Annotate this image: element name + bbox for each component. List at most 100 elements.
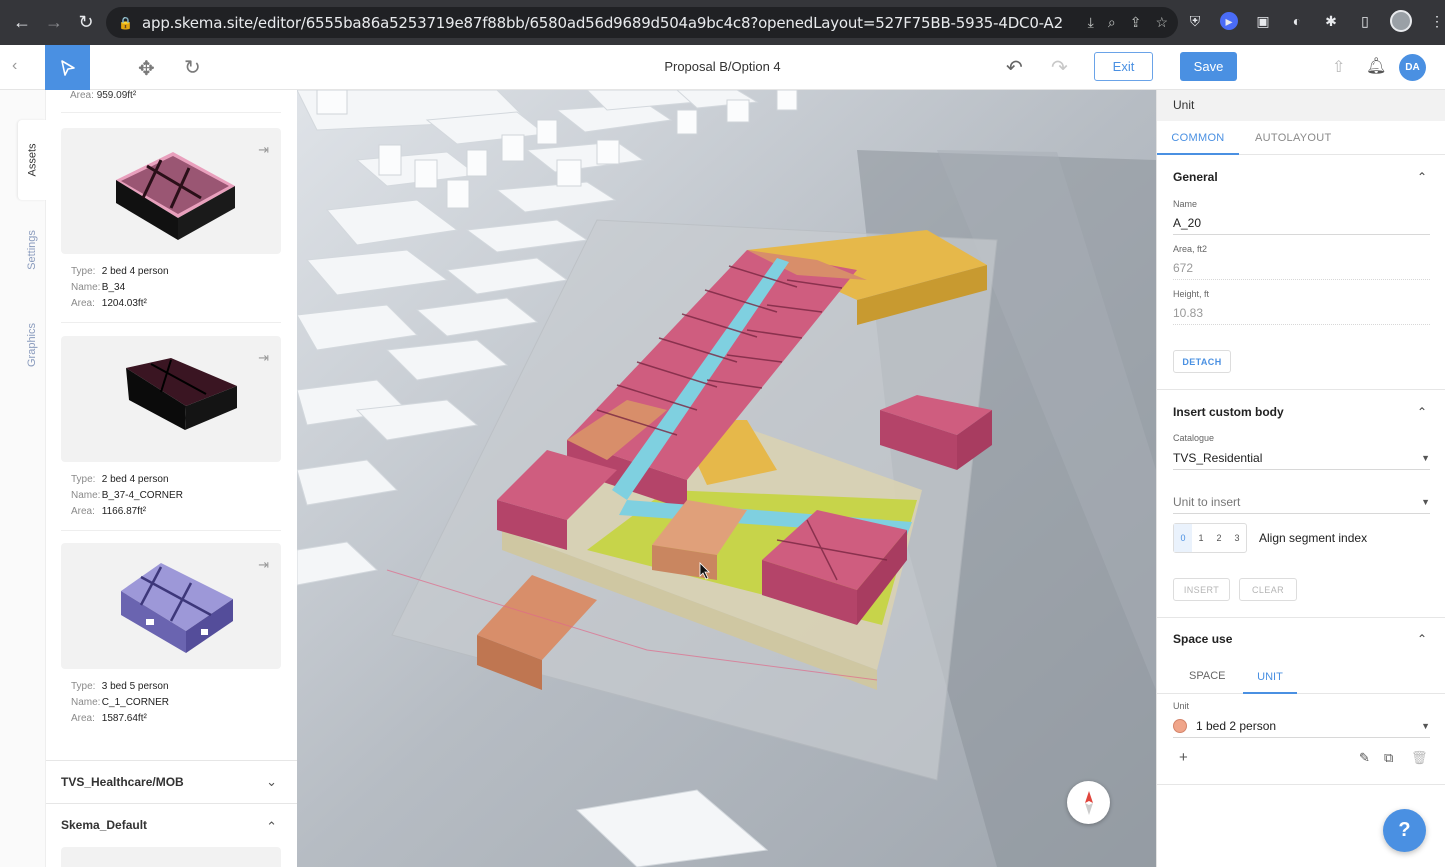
catalogue-select[interactable]: TVS_Residential ▼ [1173,451,1430,470]
tab-assets[interactable]: Assets [18,120,46,200]
chevron-up-icon[interactable]: ⌃ [1417,170,1427,184]
browser-forward-icon[interactable]: → [38,0,70,45]
caret-down-icon: ▼ [1421,453,1430,463]
lock-icon: 🔒 [118,15,133,30]
rotate-tool-icon[interactable]: ↻ [184,55,201,80]
select-tool-button[interactable] [45,45,90,90]
puzzle-extensions-icon[interactable]: ✱ [1322,12,1340,30]
user-avatar[interactable]: DA [1399,54,1426,81]
save-button[interactable]: Save [1180,52,1237,81]
asset-card[interactable]: ⇥ Type: 3 bed 5 person Name: C_1_CORNER … [61,543,281,727]
undo-icon[interactable]: ↶ [1006,55,1023,80]
unit-label: Unit [1173,701,1190,711]
asset-thumbnail: ⇥ [61,543,281,669]
caret-down-icon: ▼ [1421,497,1430,507]
side-panel-icon[interactable]: ▯ [1356,12,1374,30]
asset-card[interactable]: ⇥ Type: 2 bed 4 person Name: B_34 Area: … [61,128,281,323]
section-custom-body-title[interactable]: Insert custom body [1173,405,1284,419]
height-field: 10.83 [1173,306,1430,325]
edit-pencil-icon[interactable]: ✎ [1359,750,1370,766]
tab-unit[interactable]: UNIT [1243,661,1297,694]
chevron-up-icon[interactable]: ⌃ [1417,632,1427,646]
notification-bell-icon[interactable]: 🔔︎ [1366,56,1386,76]
detach-button[interactable]: DETACH [1173,350,1231,373]
catalogue-group-healthcare[interactable]: TVS_Healthcare/MOB ⌄ [46,760,297,803]
browser-toolbar: ← → ↻ 🔒 app.skema.site/editor/6555ba86a5… [0,0,1445,45]
app-toolbar: ‹ ✥ ↻ Proposal B/Option 4 ↶ ↷ Exit Save … [0,45,1445,90]
unit-to-insert-select[interactable]: Unit to insert ▼ [1173,495,1430,514]
export-icon[interactable]: ⇧ [1332,57,1345,77]
extension-icon-4[interactable]: ◐ [1288,12,1306,30]
browser-menu-icon[interactable]: ⋮ [1428,12,1445,30]
clear-button[interactable]: CLEAR [1239,578,1297,601]
chevron-down-icon: ⌄ [266,774,277,789]
insert-asset-icon[interactable]: ⇥ [258,557,269,573]
shield-extension-icon[interactable]: ⛨ [1186,12,1204,30]
compass-icon[interactable] [1067,781,1110,824]
prev-card-area: Area: 959.09ft² [70,90,137,101]
align-segment-label: Align segment index [1259,531,1368,545]
bookmark-star-icon[interactable]: ☆ [1155,14,1168,31]
browser-back-icon[interactable]: ← [6,0,38,45]
panel-tabs: COMMON AUTOLAYOUT [1157,121,1445,155]
asset-type: 3 bed 5 person [101,681,169,692]
name-label: Name [1173,199,1198,209]
collapse-chevron-icon[interactable]: ‹ [12,57,17,75]
segment-1[interactable]: 1 [1192,524,1210,552]
name-field[interactable]: A_20 [1173,216,1430,235]
assets-panel: Area: 959.09ft² ⇥ Type: 2 bed 4 person N… [46,90,297,867]
asset-area: 1166.87ft² [101,506,147,517]
side-tab-bar: Assets Settings Graphics [0,90,46,867]
segment-0[interactable]: 0 [1174,524,1192,552]
redo-icon[interactable]: ↷ [1051,55,1068,80]
chevron-up-icon: ⌃ [266,819,277,834]
properties-panel: Unit COMMON AUTOLAYOUT General ⌃ Name A_… [1156,90,1445,867]
caret-down-icon: ▼ [1421,721,1430,731]
area-label: Area, ft2 [1173,244,1208,254]
document-title: Proposal B/Option 4 [664,59,781,74]
3d-viewport[interactable] [297,90,1156,867]
insert-button[interactable]: INSERT [1173,578,1230,601]
insert-asset-icon[interactable]: ⇥ [258,350,269,366]
catalogue-group-default[interactable]: Skema_Default ⌃ [46,803,297,846]
help-button[interactable]: ? [1383,809,1426,852]
add-unit-icon[interactable]: + [1179,749,1188,766]
segment-3[interactable]: 3 [1228,524,1246,552]
tab-common[interactable]: COMMON [1157,121,1239,155]
insert-asset-icon[interactable]: ⇥ [258,142,269,158]
asset-name: B_37-4_CORNER [101,490,183,501]
segment-2[interactable]: 2 [1210,524,1228,552]
exit-button[interactable]: Exit [1094,52,1153,81]
tab-autolayout[interactable]: AUTOLAYOUT [1255,121,1332,155]
browser-reload-icon[interactable]: ↻ [70,0,102,45]
move-tool-icon[interactable]: ✥ [138,56,155,81]
tab-settings[interactable]: Settings [18,210,46,290]
address-bar[interactable]: 🔒 app.skema.site/editor/6555ba86a5253719… [106,7,1178,38]
asset-type: 2 bed 4 person [101,266,169,277]
profile-avatar[interactable] [1390,10,1412,32]
chevron-up-icon[interactable]: ⌃ [1417,405,1427,419]
share-icon[interactable]: ⇪ [1130,14,1142,31]
copy-icon[interactable]: ⧉ [1384,750,1393,766]
download-icon[interactable]: ⤓ [1088,14,1094,31]
unit-type-select[interactable]: 1 bed 2 person ▼ [1173,719,1430,738]
url-text[interactable]: app.skema.site/editor/6555ba86a5253719e8… [142,14,1062,32]
asset-card-partial [61,847,281,867]
catalogue-label: Catalogue [1173,433,1215,443]
extension-icon-3[interactable]: ▣ [1254,12,1272,30]
space-use-tabs: SPACE UNIT [1157,661,1445,694]
play-extension-icon[interactable]: ▸ [1220,12,1238,30]
site-3d-model[interactable] [297,90,1156,867]
asset-type: 2 bed 4 person [101,474,169,485]
tab-graphics[interactable]: Graphics [18,305,46,385]
segment-index-group: 0 1 2 3 [1173,523,1247,553]
trash-icon[interactable]: 🗑︎ [1411,750,1428,766]
zoom-icon[interactable]: ⌕ [1108,14,1116,31]
asset-thumbnail: ⇥ [61,336,281,462]
area-field: 672 [1173,261,1430,280]
tab-space[interactable]: SPACE [1189,670,1225,682]
asset-name: C_1_CORNER [101,697,170,708]
asset-card[interactable]: ⇥ Type: 2 bed 4 person Name: B_37-4_CORN… [61,336,281,531]
section-space-use-title[interactable]: Space use [1173,632,1232,646]
section-general-title[interactable]: General [1173,170,1218,184]
